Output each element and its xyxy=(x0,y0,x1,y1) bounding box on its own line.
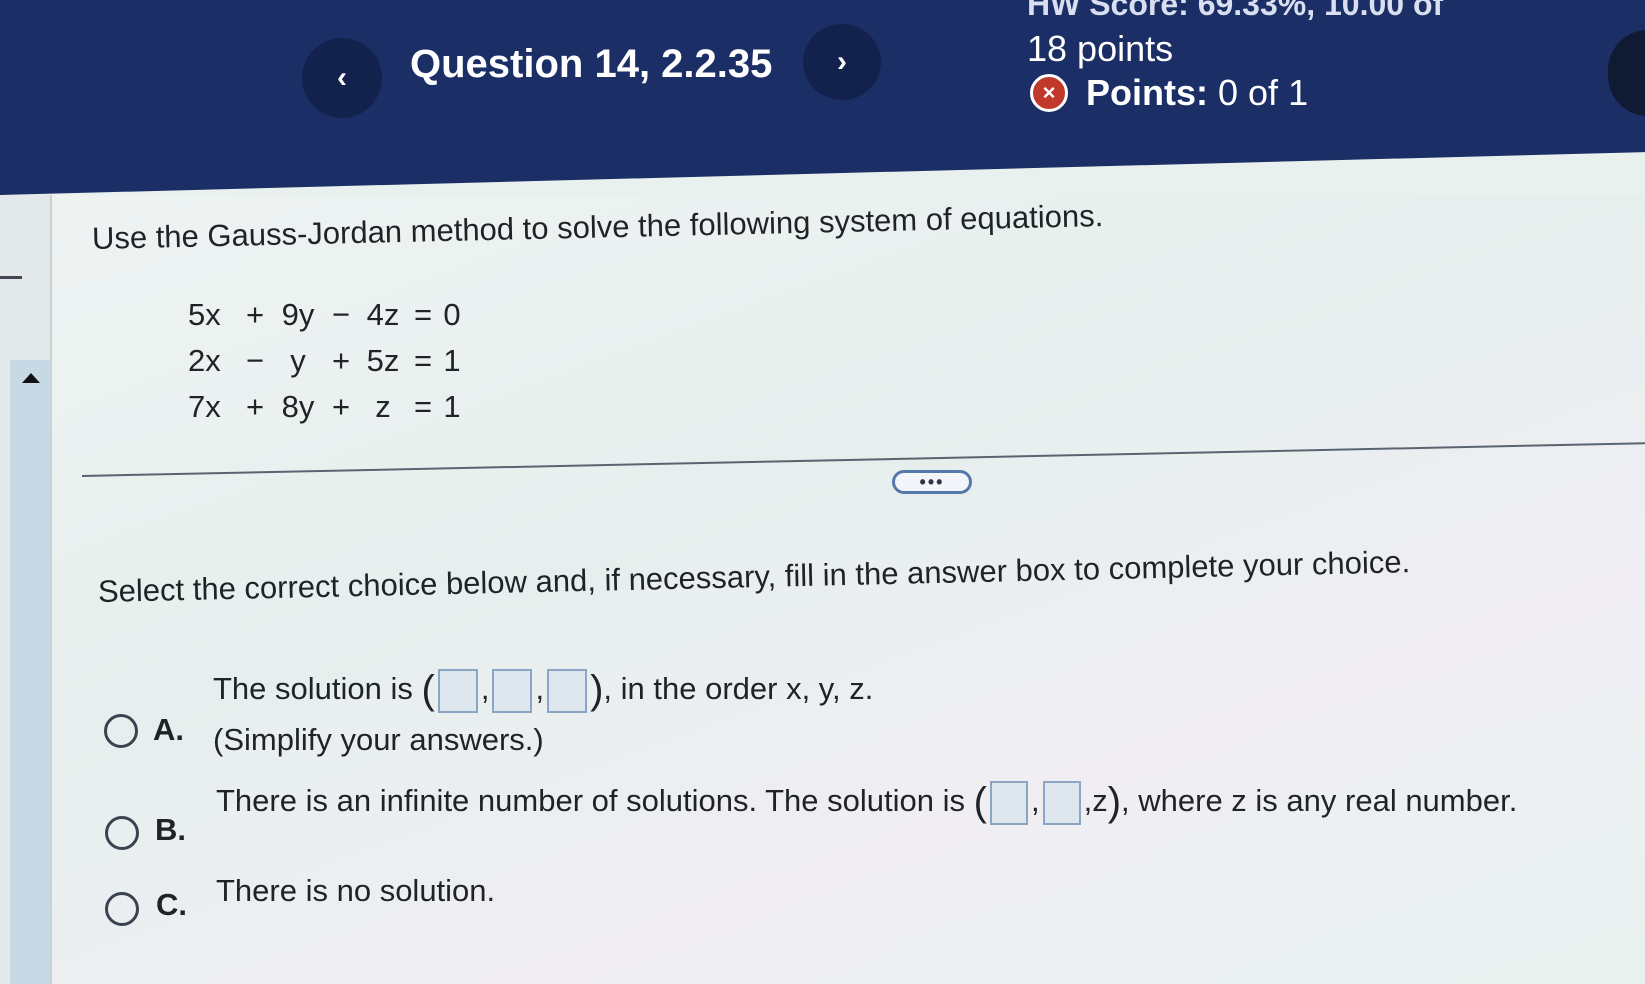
incorrect-icon: × xyxy=(1030,74,1068,112)
option-c-text: There is no solution. xyxy=(216,873,496,908)
chevron-right-icon: › xyxy=(837,45,847,78)
rail-marker xyxy=(0,276,22,279)
expand-more-button[interactable]: ••• xyxy=(892,470,972,494)
answer-b-x-input[interactable] xyxy=(989,780,1028,825)
option-b-letter: B. xyxy=(155,812,186,847)
answer-x-input[interactable] xyxy=(437,668,478,713)
option-a-line1: The solution is (,,), in the order x, y,… xyxy=(213,668,874,713)
option-c-letter: C. xyxy=(156,887,187,922)
points-value: 0 of 1 xyxy=(1218,72,1309,113)
option-b-text: There is an infinite number of solutions… xyxy=(216,780,1518,825)
option-c-radio[interactable] xyxy=(105,892,139,926)
points-label: Points: xyxy=(1086,72,1208,113)
option-b-radio[interactable] xyxy=(105,816,139,850)
hw-score: HW Score: 69.33%, 10.00 of xyxy=(1027,0,1444,22)
points-total: 18 points xyxy=(1027,28,1174,69)
equation-system: 5x + 9y − 4z = 0 2x − y + 5z = 1 7x + 8y… xyxy=(188,292,464,430)
points-row: × Points: 0 of 1 xyxy=(1030,72,1308,114)
answer-b-y-input[interactable] xyxy=(1042,780,1081,825)
option-a-radio[interactable] xyxy=(104,714,138,748)
answer-y-input[interactable] xyxy=(492,668,533,713)
next-question-button[interactable]: › xyxy=(803,24,881,100)
previous-question-button[interactable]: ‹ xyxy=(302,38,382,118)
answer-z-input[interactable] xyxy=(547,668,588,713)
scrollbar[interactable] xyxy=(10,360,52,984)
option-a-letter: A. xyxy=(153,712,184,747)
equation-row: 5x + 9y − 4z = 0 xyxy=(188,297,461,332)
equation-row: 2x − y + 5z = 1 xyxy=(188,343,461,378)
equation-row: 7x + 8y + z = 1 xyxy=(188,389,461,424)
question-title: Question 14, 2.2.35 xyxy=(410,42,773,86)
option-a-line2: (Simplify your answers.) xyxy=(213,722,544,757)
chevron-left-icon: ‹ xyxy=(337,61,347,94)
scroll-up-icon[interactable] xyxy=(22,373,40,383)
